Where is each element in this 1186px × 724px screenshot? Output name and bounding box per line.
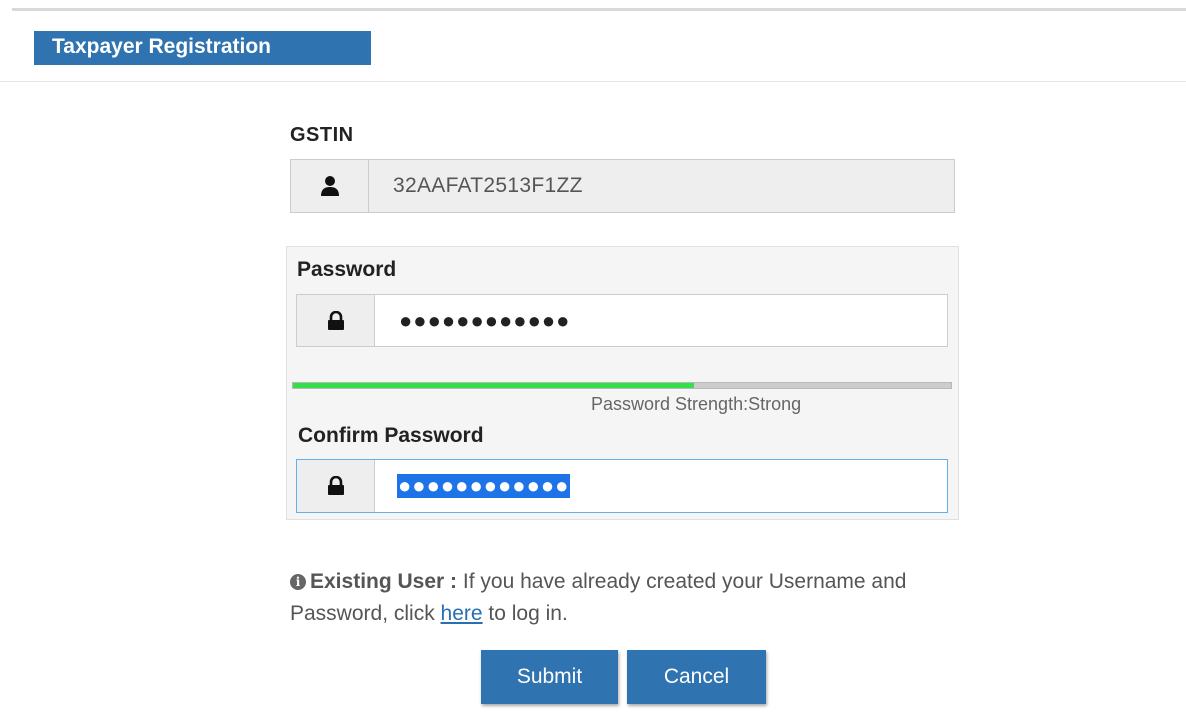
existing-user-notice: i Existing User : If you have already cre…	[290, 566, 970, 630]
header-divider	[0, 81, 1186, 82]
gstin-label: GSTIN	[290, 124, 354, 146]
password-strength-meter	[292, 382, 952, 389]
confirm-password-input-group: ●●●●●●●●●●●●	[296, 459, 948, 513]
password-strength-fill	[293, 383, 695, 388]
lock-icon	[297, 460, 375, 512]
password-strength-text: Password Strength:Strong	[591, 394, 802, 414]
confirm-password-field[interactable]: ●●●●●●●●●●●●	[375, 460, 947, 512]
password-field[interactable]: ●●●●●●●●●●●●	[375, 295, 947, 346]
password-masked-value: ●●●●●●●●●●●●	[399, 307, 571, 333]
existing-user-text-after: to log in.	[482, 602, 568, 625]
info-circle-icon: i	[290, 574, 306, 590]
login-here-link[interactable]: here	[441, 602, 483, 625]
page-title: Taxpayer Registration	[34, 31, 371, 65]
password-input-group: ●●●●●●●●●●●●	[296, 294, 948, 347]
cancel-button[interactable]: Cancel	[627, 650, 766, 704]
gstin-field[interactable]: 32AAFAT2513F1ZZ	[369, 160, 954, 212]
password-label: Password	[297, 258, 397, 281]
top-divider	[12, 8, 1186, 11]
confirm-password-masked-value: ●●●●●●●●●●●●	[397, 473, 571, 498]
confirm-password-label: Confirm Password	[298, 424, 484, 447]
submit-button[interactable]: Submit	[481, 650, 618, 704]
user-icon	[291, 160, 369, 212]
lock-icon	[297, 295, 375, 346]
gstin-input-group: 32AAFAT2513F1ZZ	[290, 159, 955, 213]
existing-user-heading: Existing User :	[310, 570, 458, 593]
